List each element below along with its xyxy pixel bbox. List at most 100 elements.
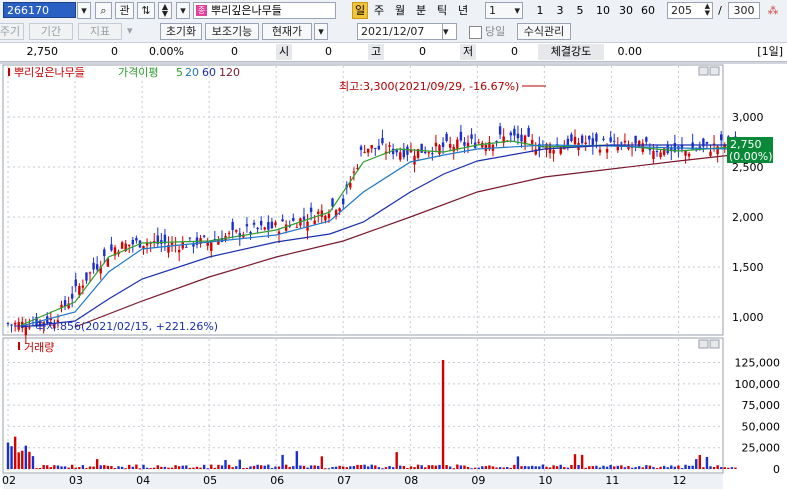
interval-select[interactable]: 1 ▾ [485, 2, 523, 19]
candle-body [438, 145, 441, 154]
date-picker[interactable]: 2021/12/07 ▾ [357, 23, 457, 40]
volume-bar [306, 467, 309, 469]
volume-bar [67, 467, 70, 469]
volume-tick-label: 100,000 [735, 378, 781, 391]
indicator-button[interactable]: 지표 [78, 23, 122, 40]
interval-10[interactable]: 10 [593, 2, 613, 19]
period-tag: [1일] [757, 45, 783, 58]
interval-3[interactable]: 3 [552, 2, 568, 19]
volume-tick-labels: 0 25,000 50,000 75,000 100,000 125,000 [735, 357, 781, 476]
volume-bar [488, 465, 491, 469]
volume-bar [623, 467, 627, 469]
candle-body [227, 232, 231, 234]
volume-bar [252, 465, 256, 469]
low-value: 0 [511, 45, 518, 58]
panel-minimize-icon[interactable] [698, 66, 709, 76]
candle-body [13, 322, 17, 325]
candle-body [413, 155, 416, 165]
stock-chart[interactable]: 1,0001,5002,0002,5003,000 025,00050,0007… [0, 64, 787, 490]
volume-bar [434, 465, 438, 469]
candle-body [128, 244, 131, 247]
candle-body [709, 151, 712, 156]
volume-bar [645, 465, 648, 469]
volume-panel-close-icon[interactable] [709, 339, 720, 349]
name-dropdown-button[interactable]: ▾ [176, 2, 190, 19]
volume-bar [21, 450, 24, 469]
volume-bar [327, 468, 331, 470]
candle-body [598, 149, 602, 153]
cycle-setting-button[interactable]: 주기 [0, 23, 24, 40]
stock-code-input[interactable]: 266170 [3, 2, 76, 18]
volume-bar [185, 465, 188, 469]
search-button[interactable]: ⌕ [95, 2, 112, 19]
updown-button[interactable]: ▲ ▼ [158, 2, 172, 19]
volume-bar [648, 465, 652, 469]
volume-bar [192, 467, 195, 469]
interval-value: 1 [489, 4, 496, 17]
volume-bar [584, 467, 587, 469]
period-week[interactable]: 주 [371, 2, 387, 19]
panel-close-icon[interactable] [709, 66, 720, 76]
volume-bar [106, 465, 110, 469]
code-dropdown-button[interactable]: ▾ [77, 2, 91, 19]
volume-legend-icon [18, 342, 20, 350]
candle-body [434, 142, 438, 147]
volume-bar [99, 465, 102, 469]
volume-panel-minimize-icon[interactable] [698, 339, 709, 349]
volume-bar [384, 467, 388, 469]
price-type-dropdown[interactable]: ▾ [314, 23, 328, 40]
interval-60[interactable]: 60 [638, 2, 658, 19]
candle-body [374, 147, 377, 149]
cycle-button[interactable]: ⇅ [137, 2, 155, 19]
formula-manage-button[interactable]: 수식관리 [517, 23, 571, 40]
aux-function-button[interactable]: 보조기능 [205, 23, 259, 40]
reset-button[interactable]: 초기화 [160, 23, 202, 40]
period-year[interactable]: 년 [455, 2, 471, 19]
interval-1[interactable]: 1 [532, 2, 548, 19]
volume-bar [709, 466, 712, 469]
period-tick[interactable]: 틱 [434, 2, 450, 19]
interval-30[interactable]: 30 [616, 2, 636, 19]
high-value: 0 [419, 45, 426, 58]
period-minute[interactable]: 분 [413, 2, 429, 19]
volume-bar [302, 465, 306, 469]
volume-bar [188, 467, 192, 469]
count-total-field[interactable]: 300 [728, 2, 760, 19]
candle-body [359, 146, 363, 150]
strength-value: 0.00 [617, 45, 643, 58]
candle-body [588, 135, 591, 140]
gwan-button[interactable]: 관 [115, 2, 134, 19]
interval-5[interactable]: 5 [572, 2, 588, 19]
volume-value: 0 [231, 45, 238, 58]
candle-body [188, 237, 192, 239]
candle-body [431, 153, 434, 155]
volume-bar [673, 466, 677, 469]
candle-body [406, 146, 409, 155]
volume-bar [431, 465, 434, 469]
candle-body [634, 135, 637, 144]
candle-body [63, 300, 67, 307]
volume-bar [377, 467, 381, 469]
volume-bar [513, 464, 516, 469]
price-type-button[interactable]: 현재가 [262, 23, 312, 40]
volume-bar [309, 465, 313, 469]
settings-grid-icon[interactable]: ⁂ [764, 3, 782, 18]
candle-body [466, 142, 470, 147]
period-month[interactable]: 월 [392, 2, 408, 19]
volume-bar [634, 467, 637, 469]
toolbar-second: 주기 기간 지표 ▾ 초기화 보조기능 현재가 ▾ 2021/12/07 ▾ 당… [0, 22, 787, 43]
candle-body [135, 237, 138, 241]
stock-name-field[interactable]: 종 뿌리깊은나무들 [193, 2, 336, 19]
count-input[interactable]: 205 ▲ ▼ [667, 2, 713, 19]
candle-body [177, 249, 181, 253]
volume-bar [249, 466, 252, 469]
volume-bar [213, 467, 217, 469]
today-checkbox[interactable] [469, 26, 482, 39]
range-setting-button[interactable]: 기간 [29, 23, 73, 40]
volume-bar [142, 464, 145, 469]
period-day[interactable]: 일 [352, 2, 368, 19]
candle-body [513, 128, 516, 136]
volume-bar [598, 467, 602, 469]
candle-body [584, 142, 587, 145]
candle-body [81, 285, 85, 288]
